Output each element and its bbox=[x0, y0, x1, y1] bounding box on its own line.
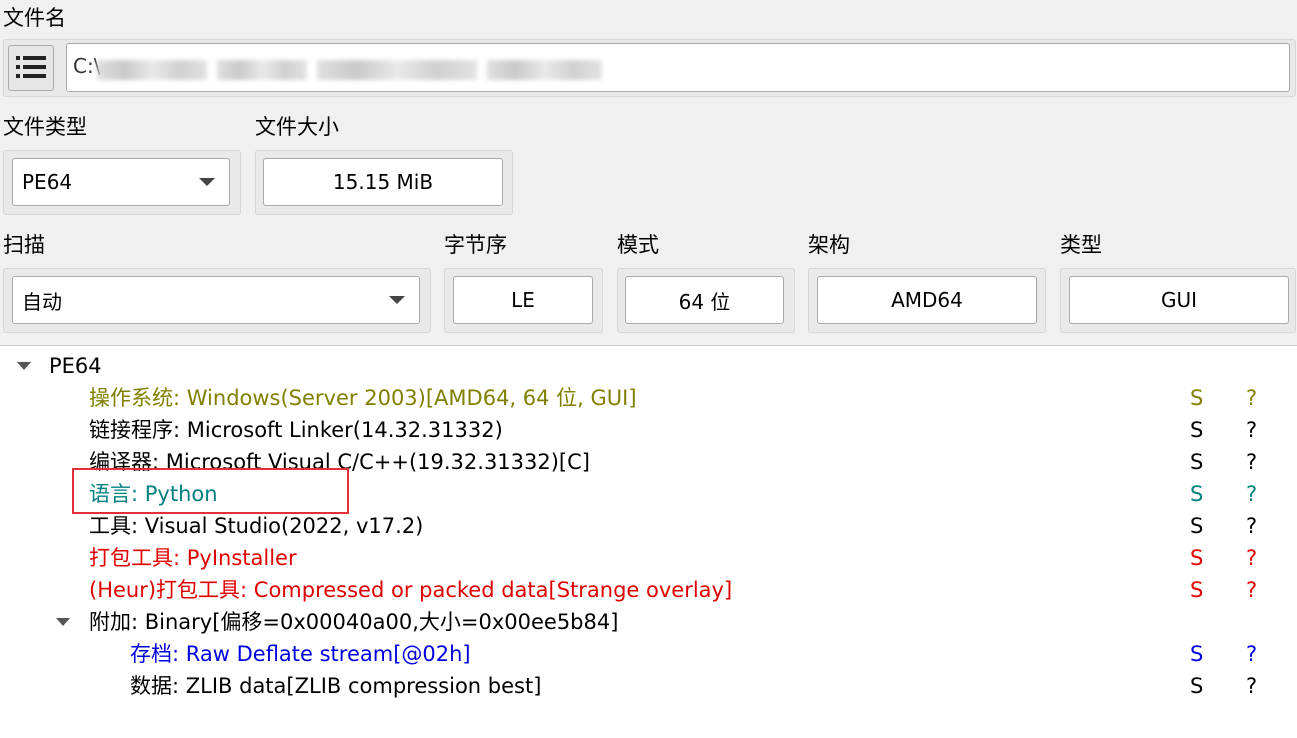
info-button[interactable]: ? bbox=[1246, 414, 1257, 446]
signature-button[interactable]: S bbox=[1190, 542, 1203, 574]
info-button[interactable]: ? bbox=[1246, 382, 1257, 414]
info-button[interactable]: ? bbox=[1246, 446, 1257, 478]
chevron-down-icon bbox=[389, 296, 405, 304]
file-size-value: 15.15 MiB bbox=[332, 170, 434, 194]
mode-label: 模式 bbox=[617, 233, 659, 257]
scan-value: 自动 bbox=[22, 289, 62, 314]
tree-row-archive[interactable]: 存档: Raw Deflate stream[@02h] bbox=[130, 638, 471, 670]
mode-value: 64 位 bbox=[678, 289, 731, 314]
tree-row-linker[interactable]: 链接程序: Microsoft Linker(14.32.31332) bbox=[89, 414, 503, 446]
info-button[interactable]: ? bbox=[1246, 542, 1257, 574]
info-button[interactable]: ? bbox=[1246, 638, 1257, 670]
chevron-down-icon bbox=[199, 178, 215, 186]
annotation-highlight-box bbox=[72, 468, 349, 514]
scan-label: 扫描 bbox=[3, 233, 45, 257]
signature-button[interactable]: S bbox=[1190, 478, 1203, 510]
info-button[interactable]: ? bbox=[1246, 574, 1257, 606]
tree-row-tool[interactable]: 工具: Visual Studio(2022, v17.2) bbox=[89, 510, 423, 542]
redacted-path-segment bbox=[487, 60, 602, 80]
signature-button[interactable]: S bbox=[1190, 638, 1203, 670]
arch-value: AMD64 bbox=[891, 288, 963, 312]
mode-field: 64 位 bbox=[625, 276, 784, 324]
signature-button[interactable]: S bbox=[1190, 574, 1203, 606]
signature-button[interactable]: S bbox=[1190, 382, 1203, 414]
type-label: 类型 bbox=[1060, 233, 1102, 257]
signature-button[interactable]: S bbox=[1190, 670, 1203, 702]
tree-row-os[interactable]: 操作系统: Windows(Server 2003)[AMD64, 64 位, … bbox=[89, 382, 637, 414]
file-name-label: 文件名 bbox=[3, 6, 66, 30]
info-button[interactable]: ? bbox=[1246, 478, 1257, 510]
expand-caret-icon[interactable] bbox=[17, 362, 31, 370]
signature-button[interactable]: S bbox=[1190, 510, 1203, 542]
info-button[interactable]: ? bbox=[1246, 670, 1257, 702]
signature-button[interactable]: S bbox=[1190, 446, 1203, 478]
endianness-value: LE bbox=[511, 288, 535, 312]
tree-row-heur-packer[interactable]: (Heur)打包工具: Compressed or packed data[St… bbox=[89, 574, 732, 606]
redacted-path-segment bbox=[317, 60, 477, 80]
list-menu-icon bbox=[16, 56, 46, 78]
expand-caret-icon[interactable] bbox=[56, 618, 70, 626]
file-path-input[interactable]: C:\ bbox=[66, 43, 1290, 92]
arch-field: AMD64 bbox=[817, 276, 1037, 324]
info-button[interactable]: ? bbox=[1246, 510, 1257, 542]
tree-row-packer[interactable]: 打包工具: PyInstaller bbox=[89, 542, 297, 574]
scan-select[interactable]: 自动 bbox=[12, 276, 420, 324]
file-type-select[interactable]: PE64 bbox=[12, 158, 230, 206]
tree-row-data[interactable]: 数据: ZLIB data[ZLIB compression best] bbox=[130, 670, 541, 702]
type-value: GUI bbox=[1160, 288, 1198, 312]
file-type-label: 文件类型 bbox=[3, 115, 87, 139]
arch-label: 架构 bbox=[808, 233, 850, 257]
endianness-field: LE bbox=[453, 276, 593, 324]
tree-row-overlay[interactable]: 附加: Binary[偏移=0x00040a00,大小=0x00ee5b84] bbox=[89, 606, 618, 638]
file-menu-button[interactable] bbox=[8, 45, 54, 91]
type-field: GUI bbox=[1069, 276, 1289, 324]
signature-button[interactable]: S bbox=[1190, 414, 1203, 446]
endianness-label: 字节序 bbox=[444, 233, 507, 257]
redacted-path-segment bbox=[217, 60, 307, 80]
file-type-value: PE64 bbox=[22, 170, 73, 194]
file-size-field: 15.15 MiB bbox=[263, 158, 503, 206]
redacted-path-segment bbox=[97, 60, 207, 80]
tree-root-label[interactable]: PE64 bbox=[49, 350, 102, 382]
file-size-label: 文件大小 bbox=[255, 115, 339, 139]
